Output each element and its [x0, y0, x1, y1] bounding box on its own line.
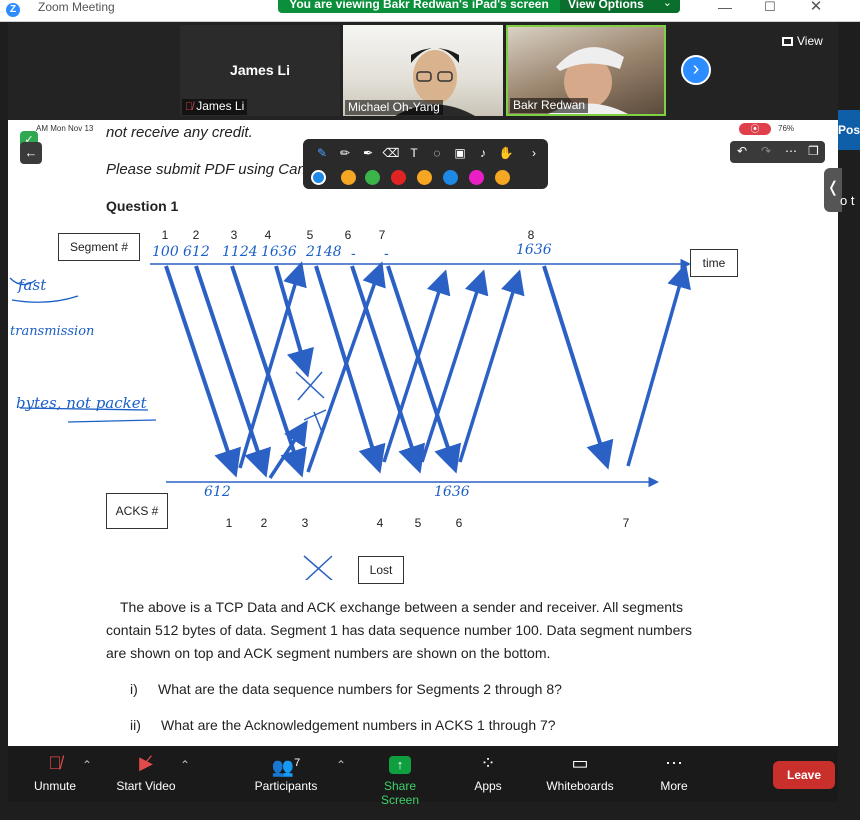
data-arrows — [164, 265, 614, 478]
view-options-button[interactable]: View Options ⌄ — [560, 0, 680, 13]
paragraph-line-3: are shown on top and ACK segment numbers… — [106, 645, 551, 661]
participant-name-tag: 🎙̸ James Li — [182, 99, 248, 115]
chevron-up-icon[interactable]: ⌃ — [336, 758, 346, 772]
participants-icon: 👥7 — [271, 757, 301, 777]
ink-ack: 1636 — [434, 484, 470, 500]
title-bar: Z Zoom Meeting You are viewing Bakr Redw… — [0, 0, 860, 22]
leave-button[interactable]: Leave — [773, 761, 835, 789]
participant-name: James Li — [196, 99, 245, 113]
question-i-number: i) — [130, 681, 138, 697]
ink-seq: - — [351, 246, 356, 262]
view-options-label: View Options — [568, 0, 644, 11]
chevron-up-icon[interactable]: ⌃ — [82, 758, 92, 772]
apps-button[interactable]: ⁘ Apps — [468, 752, 508, 793]
ack-arrows — [238, 261, 691, 479]
start-video-button[interactable]: ▶̸ Start Video — [114, 752, 178, 793]
grid-icon — [782, 37, 793, 46]
participants-label: Participants — [254, 779, 318, 793]
share-banner-text: You are viewing Bakr Redwan's iPad's scr… — [289, 0, 549, 11]
more-button[interactable]: ⋯ More — [654, 752, 694, 793]
unmute-label: Unmute — [33, 779, 77, 793]
ink-seq: 100 — [152, 244, 179, 260]
participant-count: 7 — [294, 757, 301, 769]
mic-muted-icon: 🎙̸ — [48, 753, 62, 773]
ink-note-bytes: bytes, not packet — [16, 394, 147, 412]
window-title: Zoom Meeting — [38, 0, 115, 14]
ink-seq: - — [384, 246, 389, 262]
lost-legend-x-icon — [303, 555, 333, 580]
chevron-down-icon: ⌄ — [662, 0, 672, 9]
close-button[interactable]: ✕ — [806, 0, 826, 14]
share-screen-icon: ↑ — [364, 752, 436, 774]
view-label: View — [797, 34, 823, 48]
share-screen-button[interactable]: ↑ Share Screen — [364, 752, 436, 807]
more-label: More — [660, 779, 688, 793]
participants-button[interactable]: 👥7 Participants — [254, 752, 318, 793]
paragraph-line-2: contain 512 bytes of data. Segment 1 has… — [106, 622, 693, 638]
unmute-button[interactable]: 🎙̸ Unmute — [30, 752, 80, 793]
shared-screen[interactable]: AM Mon Nov 13 ⦿ 76% ✓ ← not receive any … — [8, 120, 838, 746]
participant-name: Bakr Redwan — [510, 98, 589, 113]
ink-seq: 1636 — [516, 242, 552, 258]
ink-seq: 1124 — [222, 244, 258, 260]
question-ii-number: ii) — [130, 717, 141, 733]
adjacent-window-edge: Pos — [838, 110, 860, 150]
ink-ack: 612 — [204, 484, 231, 500]
video-tile-james[interactable]: James Li 🎙̸ James Li — [180, 25, 340, 116]
ink-seq: 612 — [183, 244, 210, 260]
maximize-button[interactable]: ☐ — [760, 0, 780, 14]
zoom-logo-icon: Z — [6, 3, 20, 17]
chevron-up-icon[interactable]: ⌃ — [180, 758, 190, 772]
view-button[interactable]: View — [782, 34, 823, 48]
question-i: What are the data sequence numbers for S… — [158, 681, 562, 697]
participant-name-large: James Li — [230, 62, 290, 78]
question-ii: What are the Acknowledgement numbers in … — [161, 717, 556, 733]
ink-seq: 2148 — [306, 244, 342, 260]
ink-seq: 1636 — [261, 244, 297, 260]
tcp-exchange-diagram — [9, 258, 691, 580]
mic-muted-icon: 🎙̸ — [185, 101, 194, 113]
apps-label: Apps — [474, 779, 502, 793]
minimize-button[interactable]: — — [715, 0, 735, 14]
apps-icon: ⁘ — [480, 753, 496, 773]
more-icon: ⋯ — [665, 753, 683, 773]
whiteboards-label: Whiteboards — [546, 779, 614, 793]
share-banner: You are viewing Bakr Redwan's iPad's scr… — [278, 0, 680, 13]
whiteboard-icon: ▭ — [571, 753, 589, 773]
video-tile-michael[interactable]: Michael Oh-Yang — [343, 25, 503, 116]
video-off-icon: ▶̸ — [139, 753, 153, 773]
start-video-label: Start Video — [116, 779, 176, 793]
whiteboards-button[interactable]: ▭ Whiteboards — [542, 752, 618, 793]
next-page-button[interactable]: › — [681, 55, 711, 85]
ink-note-fast: fast — [18, 276, 47, 294]
share-screen-label: Share Screen — [380, 779, 420, 807]
ink-note-transmission: transmission — [10, 324, 95, 339]
paragraph-line-1: The above is a TCP Data and ACK exchange… — [120, 599, 683, 615]
video-tile-bakr[interactable]: Bakr Redwan — [506, 25, 666, 116]
adjacent-window-text: o t — [840, 193, 855, 208]
lost-marks — [295, 371, 327, 433]
meeting-controls: 🎙̸ Unmute ⌃ ▶̸ Start Video ⌃ 👥7 Particip… — [8, 746, 838, 807]
participant-name: Michael Oh-Yang — [345, 100, 443, 115]
